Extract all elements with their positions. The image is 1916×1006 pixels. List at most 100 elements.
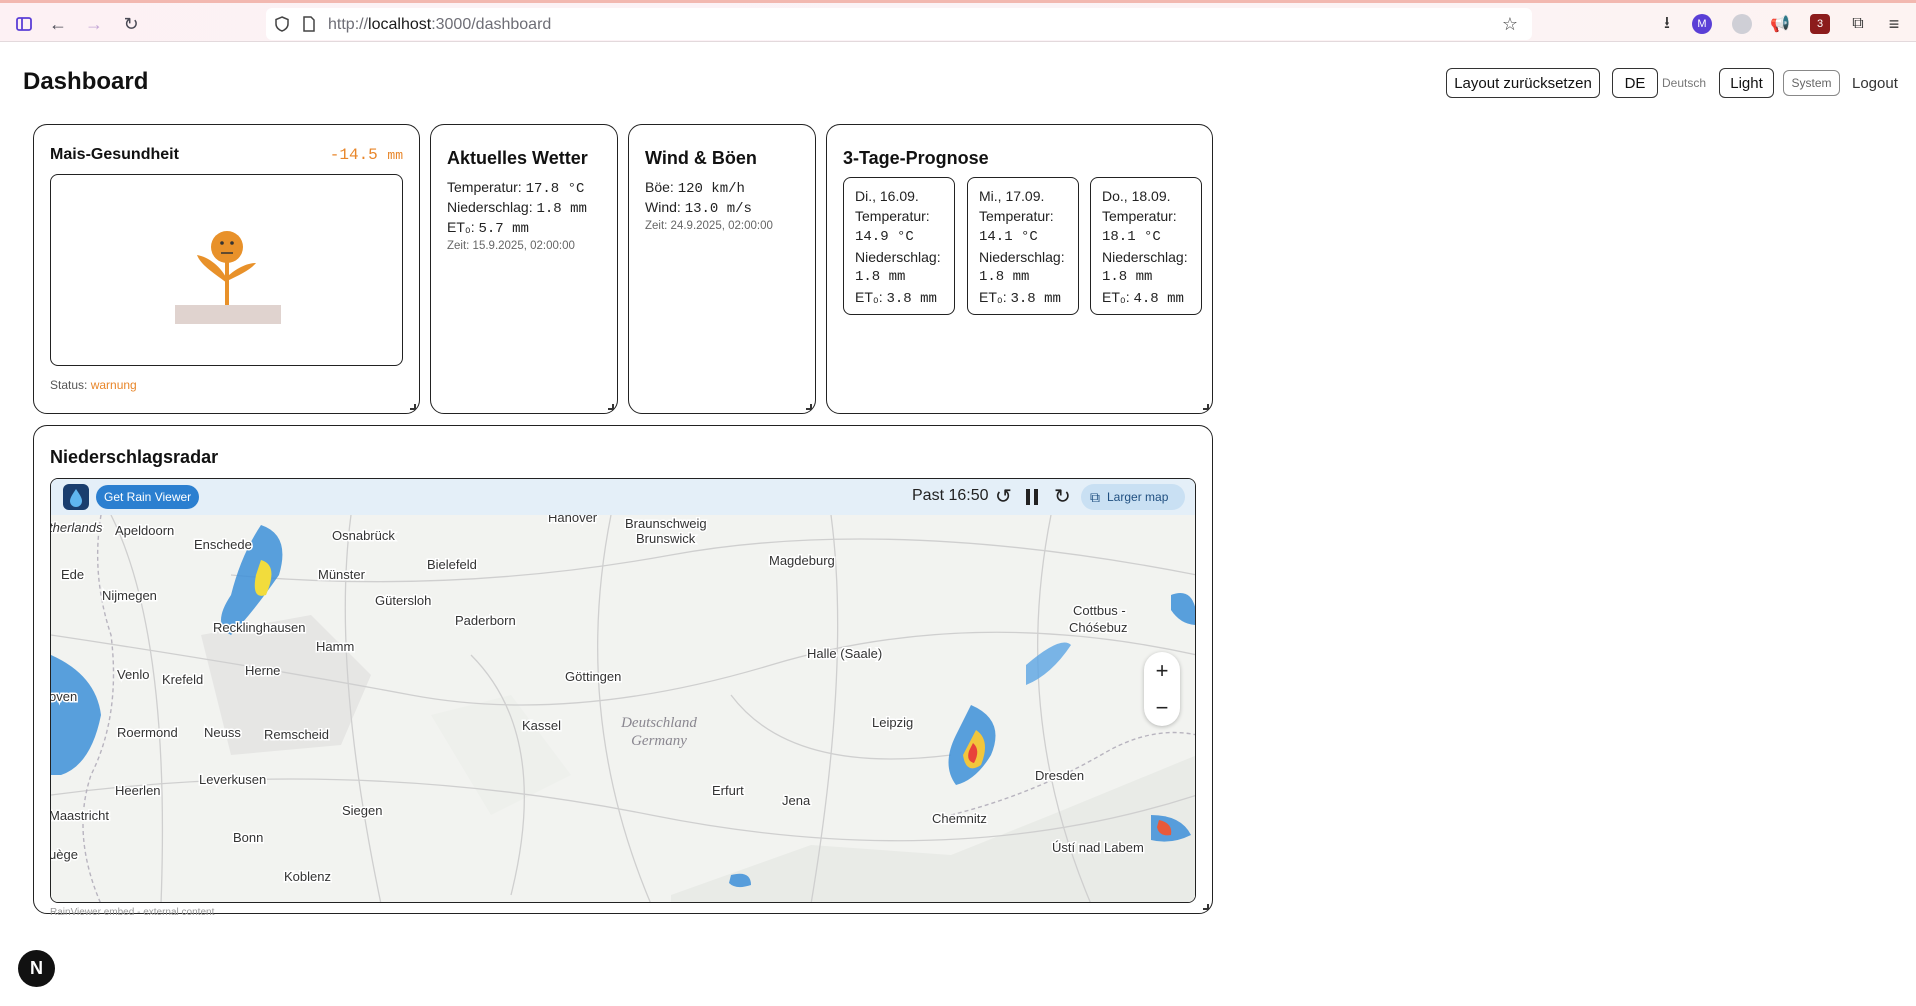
map-place: Koblenz <box>284 869 331 884</box>
map-place: Siegen <box>342 803 382 818</box>
wind-speed-row: Wind: 13.0 m/s <box>645 199 752 217</box>
map-place: Cottbus - <box>1073 603 1126 618</box>
larger-map-button[interactable]: ⧉ Larger map <box>1081 484 1185 510</box>
temp-value: 17.8 °C <box>525 181 585 197</box>
forecast-et-label: ET₀: <box>1102 289 1130 306</box>
weather-time: Zeit: 15.9.2025, 02:00:00 <box>447 240 575 252</box>
forecast-title: 3-Tage-Prognose <box>843 148 989 168</box>
resize-handle[interactable] <box>1203 404 1209 410</box>
language-button[interactable]: DE <box>1612 68 1658 98</box>
map-place: Braunschweig <box>625 516 707 531</box>
ublock-icon[interactable]: 3 <box>1810 14 1830 34</box>
rewind-icon[interactable]: ↺ <box>995 484 1012 509</box>
gust-value: 120 km/h <box>677 181 745 197</box>
corn-value-unit: mm <box>387 148 403 163</box>
map-place: Münster <box>318 567 366 582</box>
weather-et-row: ET₀: 5.7 mm <box>447 219 529 237</box>
map-canvas: Deutschland Germany therlands Apeldoorn … <box>51 509 1195 902</box>
language-name: Deutsch <box>1662 76 1707 90</box>
megaphone-icon[interactable]: 📢 <box>1770 14 1790 34</box>
current-weather-card: Aktuelles Wetter Temperatur: 17.8 °C Nie… <box>430 124 618 414</box>
theme-light-button[interactable]: Light <box>1719 68 1774 98</box>
theme-system-button[interactable]: System <box>1783 70 1840 96</box>
forward-icon[interactable]: → <box>83 13 105 35</box>
browser-toolbar: ← → ↻ http://localhost:3000/dashboard ☆ … <box>0 0 1916 42</box>
map-place: Dresden <box>1035 768 1084 783</box>
external-link-icon: ⧉ <box>1090 488 1100 505</box>
map-place: Ede <box>61 567 84 582</box>
sidebar-toggle-icon[interactable] <box>13 13 35 35</box>
logout-link[interactable]: Logout <box>1852 75 1898 92</box>
nextjs-badge-icon[interactable]: N <box>18 950 55 987</box>
forecast-rain-value: 1.8 mm <box>1102 269 1153 286</box>
radar-caption: RainViewer embed - external content <box>50 907 215 918</box>
radar-embed[interactable]: Get Rain Viewer Past 16:50 ↺ ↻ ⧉ Larger … <box>50 478 1196 903</box>
forecast-rain-label: Niederschlag: <box>855 248 941 265</box>
forecast-rain-label: Niederschlag: <box>1102 248 1188 265</box>
map-place: Leverkusen <box>199 772 266 787</box>
rainviewer-logo-icon[interactable] <box>63 484 89 510</box>
bookmark-star-icon[interactable]: ☆ <box>1502 14 1518 35</box>
extension-badge: 3 <box>1816 18 1824 30</box>
forecast-et-value: 3.8 mm <box>1010 291 1061 308</box>
forecast-temp-value: 14.1 °C <box>979 228 1038 245</box>
map-place: Ústí nad Labem <box>1052 840 1144 855</box>
weather-rain-row: Niederschlag: 1.8 mm <box>447 199 587 217</box>
map-place: Jena <box>782 793 811 808</box>
forward-step-icon[interactable]: ↻ <box>1054 484 1071 509</box>
reload-icon[interactable]: ↻ <box>120 13 142 35</box>
corn-health-card: Mais-Gesundheit -14.5 mm Status: warnung <box>33 124 420 414</box>
map-place: oven <box>51 689 77 704</box>
country-label-de: Deutschland <box>620 715 697 731</box>
get-rainviewer-button[interactable]: Get Rain Viewer <box>96 485 200 509</box>
status-value: warnung <box>90 378 137 392</box>
map-place: Hanover <box>548 515 598 525</box>
shield-icon[interactable] <box>274 16 290 36</box>
rain-value: 1.8 mm <box>536 201 587 217</box>
gust-label: Böe: <box>645 179 674 195</box>
forecast-et-label: ET₀: <box>855 289 883 306</box>
back-icon[interactable]: ← <box>47 13 69 35</box>
zoom-out-icon[interactable]: − <box>1144 689 1180 726</box>
map-place: Chemnitz <box>932 811 987 826</box>
map-place: Paderborn <box>455 613 516 628</box>
url-host: localhost <box>368 16 432 33</box>
map-place: uège <box>51 847 78 862</box>
account-m-icon[interactable]: M <box>1692 14 1712 34</box>
page-title: Dashboard <box>23 68 149 95</box>
forecast-et-label: ET₀: <box>979 289 1007 306</box>
reset-layout-button[interactable]: Layout zurücksetzen <box>1446 68 1600 98</box>
wind-time: Zeit: 24.9.2025, 02:00:00 <box>645 220 773 232</box>
map-place: Roermond <box>117 725 178 740</box>
et-value: 5.7 mm <box>478 221 529 237</box>
map-place: therlands <box>51 520 103 535</box>
zoom-in-icon[interactable]: + <box>1144 652 1180 689</box>
address-bar[interactable]: http://localhost:3000/dashboard ☆ <box>266 8 1532 40</box>
map-place: Herne <box>245 663 280 678</box>
map-place: Enschede <box>194 537 252 552</box>
resize-handle[interactable] <box>806 404 812 410</box>
download-icon[interactable]: ⭳ <box>1657 13 1677 34</box>
map-place: Brunswick <box>636 531 696 546</box>
forecast-date: Do., 18.09. <box>1102 188 1171 204</box>
resize-handle[interactable] <box>410 404 416 410</box>
resize-handle[interactable] <box>608 404 614 410</box>
radar-toolbar: Get Rain Viewer Past 16:50 ↺ ↻ ⧉ Larger … <box>51 479 1195 515</box>
extensions-icon[interactable]: ⧉ <box>1848 14 1868 34</box>
map-place: Heerlen <box>115 783 161 798</box>
rain-label: Niederschlag: <box>447 199 533 215</box>
map-place: Erfurt <box>712 783 744 798</box>
forecast-temp-label: Temperatur: <box>1102 208 1177 225</box>
menu-icon[interactable]: ≡ <box>1884 14 1904 34</box>
forecast-rain-label: Niederschlag: <box>979 248 1065 265</box>
wind-card: Wind & Böen Böe: 120 km/h Wind: 13.0 m/s… <box>628 124 816 414</box>
wind-label: Wind: <box>645 199 681 215</box>
pause-icon[interactable] <box>1025 488 1039 506</box>
page-icon <box>302 16 316 36</box>
temp-label: Temperatur: <box>447 179 522 195</box>
url-text[interactable]: http://localhost:3000/dashboard <box>328 16 551 34</box>
extension-puzzle-grey-icon[interactable] <box>1732 14 1752 34</box>
resize-handle[interactable] <box>1203 904 1209 910</box>
radar-map[interactable]: Deutschland Germany therlands Apeldoorn … <box>51 509 1195 902</box>
plant-icon <box>175 231 281 324</box>
